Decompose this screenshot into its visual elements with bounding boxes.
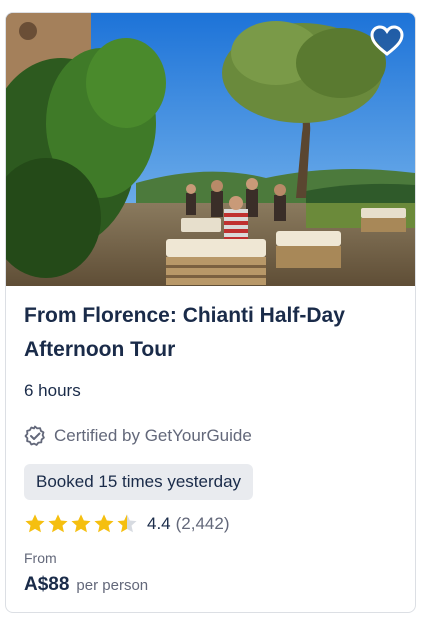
star-icon [25, 514, 45, 533]
certified-text: Certified by GetYourGuide [54, 426, 252, 445]
booked-badge: Booked 15 times yesterday [24, 464, 254, 500]
star-icon [94, 514, 114, 533]
rating-value: 4.4 [147, 514, 171, 533]
star-icon [71, 514, 91, 533]
star-icon [48, 514, 68, 533]
price-from-label: From [24, 550, 57, 566]
tour-photo-image [6, 13, 415, 286]
shield-check-icon [24, 425, 45, 446]
rating-count: (2,442) [175, 514, 230, 533]
price-row: A$88 per person [24, 574, 148, 596]
duration-text: 6 hours [24, 381, 81, 400]
star-half-icon [117, 514, 137, 533]
activity-card[interactable]: From Florence: Chianti Half-Day Afternoo… [5, 12, 416, 613]
price-value: A$88 [24, 574, 70, 595]
price-unit: per person [76, 577, 149, 594]
rating-stars [24, 513, 139, 535]
tour-photo[interactable] [6, 13, 415, 286]
certified-label: Certified by GetYourGuide [24, 425, 252, 447]
activity-title[interactable]: From Florence: Chianti Half-Day Afternoo… [24, 299, 404, 367]
heart-icon[interactable] [369, 23, 405, 59]
rating: 4.4 (2,442) [24, 513, 230, 535]
